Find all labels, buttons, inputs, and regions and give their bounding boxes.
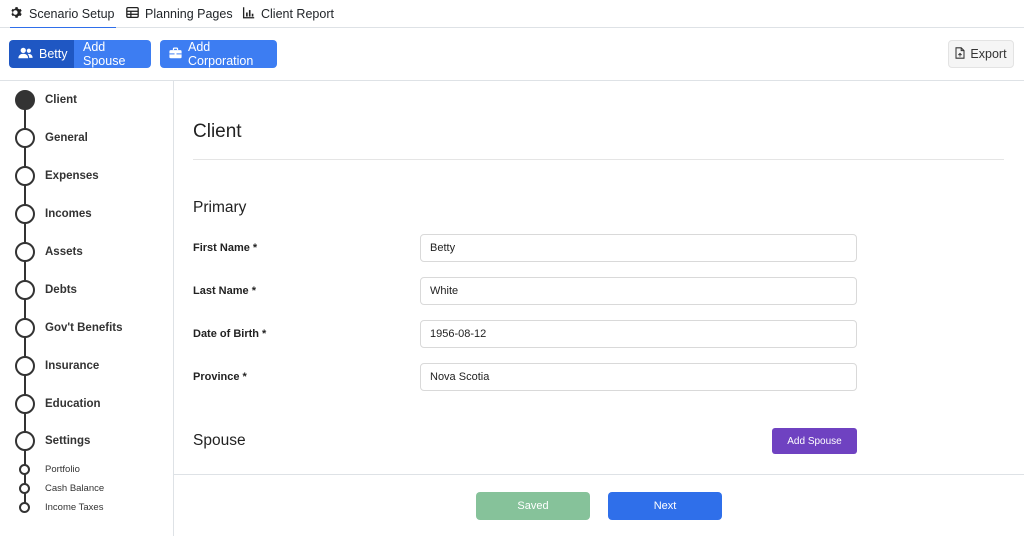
substep-label: Cash Balance [45, 483, 105, 494]
export-label: Export [970, 47, 1007, 61]
last-name-label: Last Name * [193, 285, 256, 297]
step-indicator [15, 280, 35, 300]
step-expenses[interactable]: Expenses [15, 166, 99, 186]
substep-income-taxes[interactable]: Income Taxes [19, 502, 103, 513]
primary-section-title: Primary [193, 199, 247, 216]
step-label: Education [45, 398, 101, 410]
client-name-label: Betty [39, 47, 68, 61]
sidebar-stepper: Client General Expenses Incomes Assets D… [0, 81, 174, 536]
file-export-icon [955, 46, 965, 62]
page-title: Client [193, 121, 242, 142]
saved-button[interactable]: Saved [476, 492, 590, 520]
tab-label: Planning Pages [145, 7, 233, 21]
main-content: Client Primary First Name * Last Name * … [174, 81, 1024, 474]
step-incomes[interactable]: Incomes [15, 204, 92, 224]
step-indicator [15, 394, 35, 414]
substep-cash-balance[interactable]: Cash Balance [19, 483, 104, 494]
gear-icon [10, 6, 23, 22]
step-indicator [15, 242, 35, 262]
add-corporation-button[interactable]: Add Corporation [160, 40, 277, 68]
tab-scenario-setup[interactable]: Scenario Setup [10, 0, 116, 29]
step-debts[interactable]: Debts [15, 280, 77, 300]
substep-indicator [19, 483, 30, 494]
step-label: Incomes [45, 208, 92, 220]
add-spouse-label: Add Spouse [83, 40, 126, 68]
spouse-section-title: Spouse [193, 432, 246, 449]
step-label: Settings [45, 435, 91, 447]
substep-indicator [19, 502, 30, 513]
step-label: Insurance [45, 360, 100, 372]
top-tab-bar: Scenario Setup Planning Pages Client Rep… [0, 0, 1024, 29]
tab-client-report[interactable]: Client Report [242, 0, 334, 28]
add-spouse-button[interactable]: Add Spouse [772, 428, 857, 454]
client-button-group: Betty Add Spouse [9, 40, 151, 68]
step-indicator [15, 318, 35, 338]
tab-label: Client Report [261, 7, 334, 21]
step-indicator [15, 166, 35, 186]
first-name-field[interactable] [420, 234, 857, 262]
step-label: Assets [45, 246, 83, 258]
briefcase-icon [169, 47, 182, 62]
substep-label: Portfolio [45, 464, 80, 475]
toolbar-add-spouse-button[interactable]: Add Spouse [74, 40, 151, 68]
step-insurance[interactable]: Insurance [15, 356, 99, 376]
step-client[interactable]: Client [15, 90, 77, 110]
step-indicator [15, 356, 35, 376]
step-indicator [15, 204, 35, 224]
tab-planning-pages[interactable]: Planning Pages [126, 0, 233, 28]
footer-actions: Saved Next [174, 474, 1024, 536]
client-betty-button[interactable]: Betty [9, 40, 74, 68]
step-education[interactable]: Education [15, 394, 101, 414]
date-of-birth-field[interactable] [420, 320, 857, 348]
chart-icon [242, 6, 255, 22]
first-name-label: First Name * [193, 242, 258, 254]
last-name-field[interactable] [420, 277, 857, 305]
next-button[interactable]: Next [608, 492, 722, 520]
date-of-birth-label: Date of Birth * [193, 328, 267, 340]
toolbar: Betty Add Spouse Add Corporation Export [0, 28, 1024, 81]
step-label: Debts [45, 284, 77, 296]
province-field[interactable] [420, 363, 857, 391]
users-icon [18, 47, 33, 62]
step-indicator [15, 431, 35, 451]
add-corporation-label: Add Corporation [188, 40, 254, 68]
substep-indicator [19, 464, 30, 475]
step-label: Gov't Benefits [45, 322, 123, 334]
step-settings[interactable]: Settings [15, 431, 90, 451]
tab-label: Scenario Setup [29, 7, 115, 21]
step-general[interactable]: General [15, 128, 88, 148]
step-label: Expenses [45, 170, 99, 182]
step-label: General [45, 132, 88, 144]
step-assets[interactable]: Assets [15, 242, 83, 262]
step-indicator [15, 128, 35, 148]
export-button[interactable]: Export [948, 40, 1014, 68]
substep-label: Income Taxes [45, 502, 104, 513]
province-label: Province * [193, 371, 247, 383]
step-label: Client [45, 94, 77, 106]
step-indicator-current [15, 90, 35, 110]
step-govt-benefits[interactable]: Gov't Benefits [15, 318, 123, 338]
table-icon [126, 6, 139, 22]
title-divider [193, 159, 1004, 160]
substep-portfolio[interactable]: Portfolio [19, 464, 80, 475]
